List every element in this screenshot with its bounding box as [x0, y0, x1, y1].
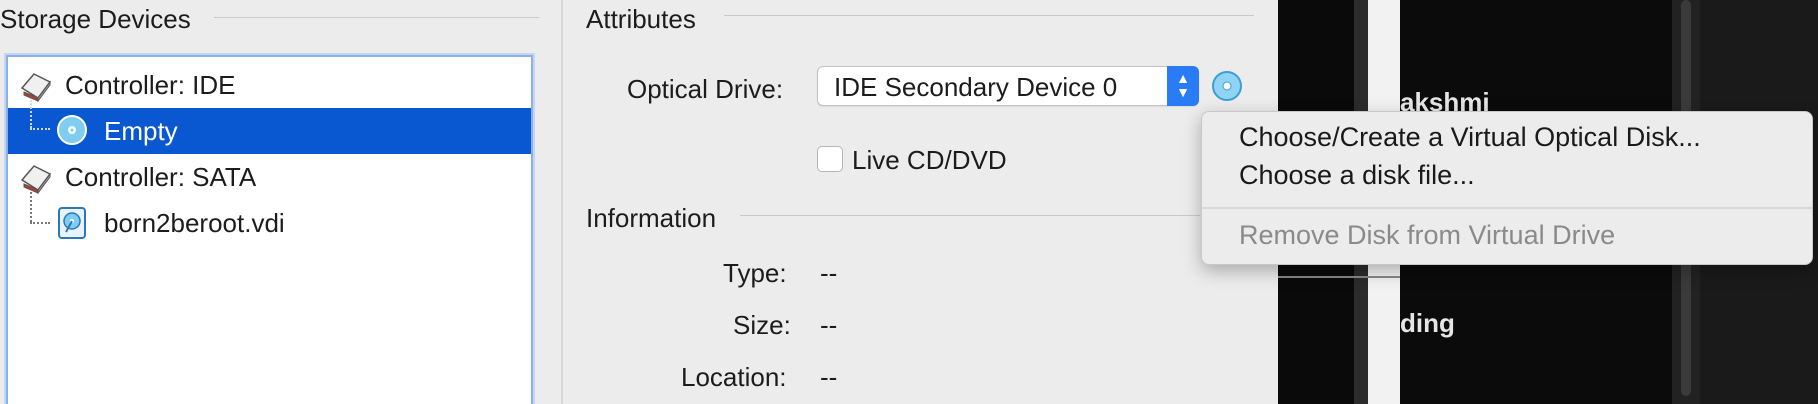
- background-text: ding: [1400, 308, 1455, 338]
- tree-item-label: Controller: IDE: [65, 70, 236, 100]
- optical-disc-icon: [56, 114, 88, 151]
- location-value: --: [820, 362, 838, 392]
- information-title: Information: [586, 203, 717, 233]
- attributes-title: Attributes: [586, 4, 696, 34]
- menu-item-choose-create-optical-disk[interactable]: Choose/Create a Virtual Optical Disk...: [1239, 122, 1701, 153]
- tree-item-label: Empty: [104, 116, 178, 146]
- choose-disk-button[interactable]: [1211, 70, 1243, 102]
- storage-title-separator: [214, 17, 539, 18]
- panel-divider: [561, 0, 563, 404]
- menu-item-choose-disk-file[interactable]: Choose a disk file...: [1239, 160, 1475, 191]
- size-label: Size:: [733, 310, 791, 340]
- tree-item-label: born2beroot.vdi: [104, 208, 285, 238]
- live-cd-checkbox[interactable]: [817, 146, 843, 172]
- tree-item-controller-sata[interactable]: Controller: SATA: [8, 154, 531, 200]
- optical-drive-select[interactable]: IDE Secondary Device 0 ▲ ▼: [817, 66, 1199, 106]
- tree-connector: [30, 100, 32, 128]
- storage-tree[interactable]: Controller: IDE Empty Controller: SATA b…: [6, 55, 533, 404]
- live-cd-label: Live CD/DVD: [852, 145, 1007, 175]
- optical-disc-icon: [1212, 71, 1242, 101]
- storage-devices-title: Storage Devices: [0, 4, 191, 34]
- optical-drive-label: Optical Drive:: [627, 74, 784, 104]
- type-value: --: [820, 258, 838, 288]
- menu-item-remove-disk: Remove Disk from Virtual Drive: [1239, 220, 1616, 250]
- menu-separator: [1202, 207, 1812, 209]
- tree-item-label: Controller: SATA: [65, 162, 257, 192]
- tree-item-born2beroot-vdi[interactable]: born2beroot.vdi: [8, 192, 531, 246]
- tree-connector: [30, 128, 50, 130]
- tree-item-controller-ide[interactable]: Controller: IDE: [8, 62, 531, 108]
- tree-connector: [30, 222, 50, 224]
- optical-drive-value: IDE Secondary Device 0: [834, 72, 1118, 102]
- attributes-title-separator: [724, 15, 1254, 16]
- information-title-separator: [740, 215, 1200, 216]
- background-panel-edge: [1278, 276, 1400, 278]
- type-label: Type:: [723, 258, 787, 288]
- controller-icon: [18, 162, 54, 199]
- location-label: Location:: [681, 362, 787, 392]
- tree-item-empty-optical[interactable]: Empty: [8, 100, 531, 154]
- tree-connector: [30, 192, 32, 222]
- optical-disk-menu: Choose/Create a Virtual Optical Disk... …: [1201, 111, 1813, 265]
- chevron-up-down-icon[interactable]: ▲ ▼: [1167, 66, 1199, 106]
- size-value: --: [820, 310, 838, 340]
- controller-icon: [18, 70, 54, 107]
- hard-disk-icon: [56, 206, 88, 245]
